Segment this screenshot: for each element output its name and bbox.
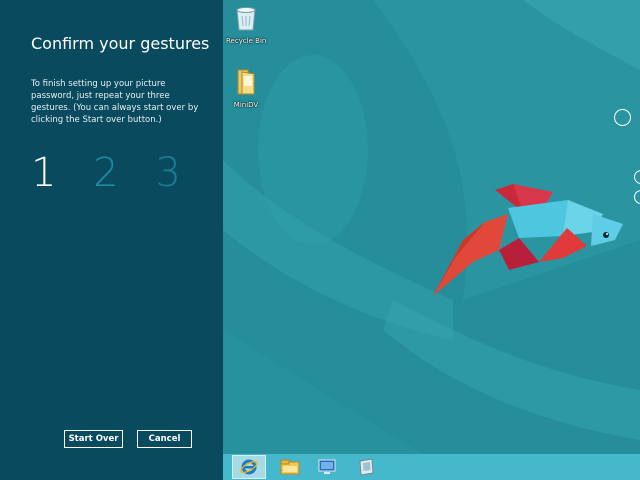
desktop-icon-recycle-bin[interactable]: Recycle Bin	[226, 4, 266, 45]
taskbar-internet-explorer[interactable]	[232, 455, 266, 479]
recycle-bin-icon	[236, 7, 256, 31]
remote-desktop-icon	[318, 459, 336, 474]
notes-icon	[359, 458, 374, 476]
taskbar-notes[interactable]	[349, 455, 383, 479]
desktop-picture[interactable]: Recycle Bin MiniDV	[223, 0, 640, 480]
minidv-label: MiniDV	[233, 101, 259, 109]
gesture-step-1: 1	[31, 150, 69, 196]
recycle-bin-label: Recycle Bin	[226, 37, 267, 45]
folder-icon	[237, 69, 255, 95]
desktop-icon-minidv[interactable]: MiniDV	[226, 68, 266, 109]
taskbar-file-explorer[interactable]	[273, 455, 307, 479]
instructions-text: To finish setting up your picture passwo…	[31, 79, 199, 125]
panel-title: Confirm your gestures	[31, 34, 210, 53]
desktop-background	[223, 0, 640, 480]
taskbar-remote-desktop[interactable]	[310, 455, 344, 479]
gesture-circle-marker	[614, 109, 631, 126]
cancel-button[interactable]: Cancel	[137, 430, 192, 448]
gesture-step-3: 3	[155, 150, 193, 196]
internet-explorer-icon	[240, 459, 258, 475]
taskbar	[223, 454, 640, 480]
file-explorer-icon	[280, 459, 300, 475]
gesture-steps: 1 2 3	[31, 150, 193, 196]
picture-password-panel: Confirm your gestures To finish setting …	[0, 0, 223, 480]
start-over-button[interactable]: Start Over	[64, 430, 123, 448]
gesture-step-2: 2	[93, 150, 131, 196]
